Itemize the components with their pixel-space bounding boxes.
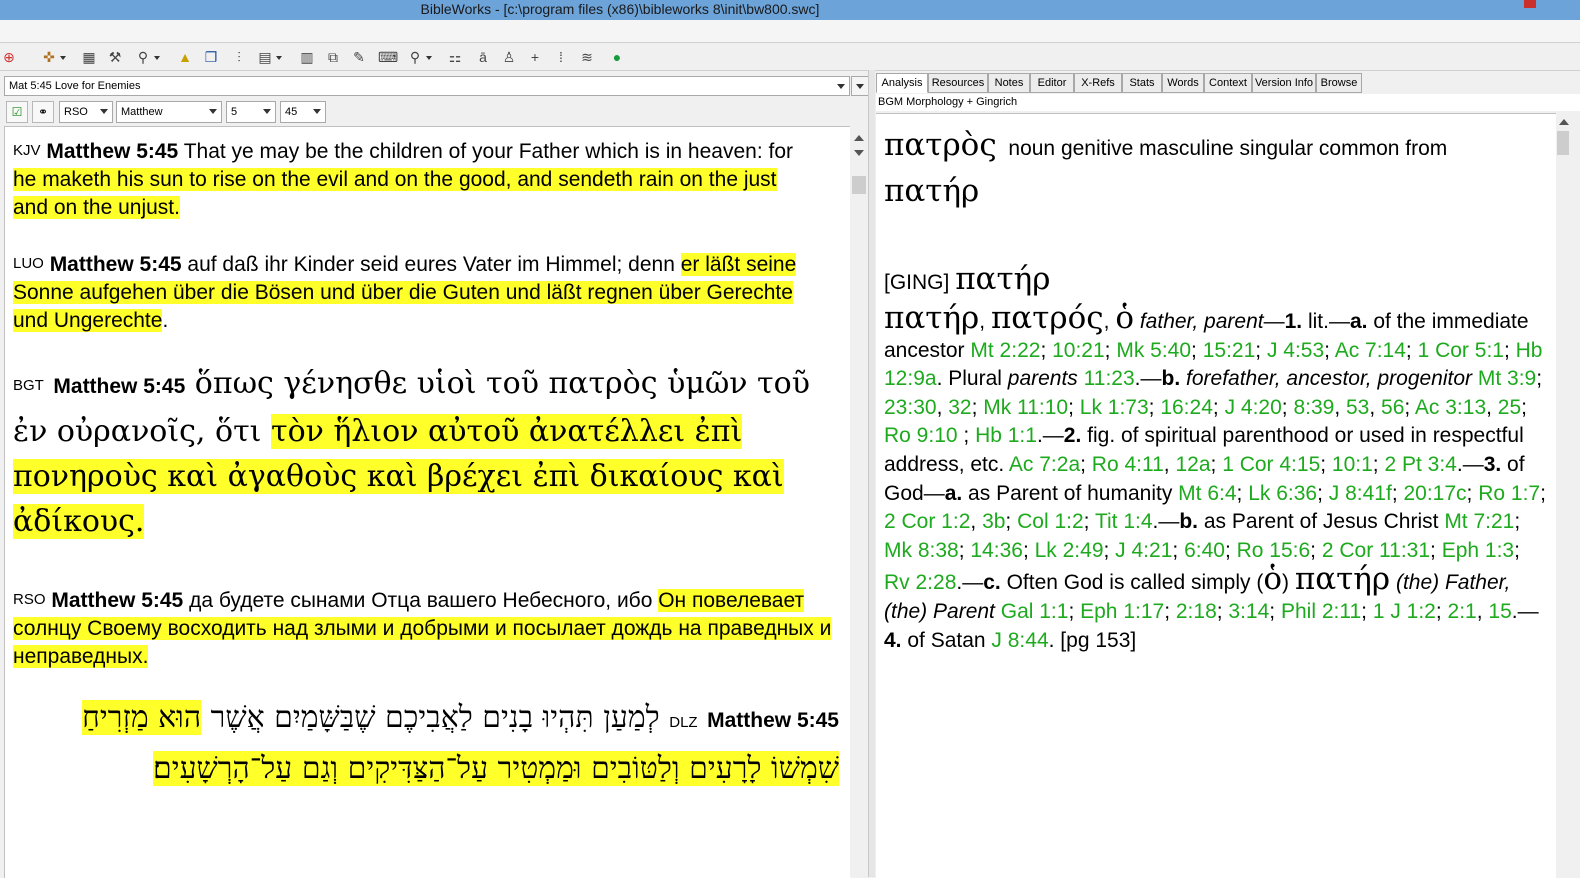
chevron-down-icon[interactable]: [205, 102, 221, 122]
windows-icon[interactable]: ❐: [202, 48, 220, 66]
copy-icon[interactable]: ⧉: [324, 48, 342, 66]
verse-luo: LUO Matthew 5:45 auf daß ihr Kinder seid…: [13, 253, 797, 332]
chapter-select[interactable]: 5: [226, 101, 276, 123]
tab-stats[interactable]: Stats: [1122, 73, 1162, 93]
search-dd2-icon[interactable]: ⚲: [406, 48, 432, 66]
window-title: BibleWorks - [c:\program files (x86)\bib…: [420, 1, 820, 17]
tab-resources[interactable]: Resources: [928, 73, 988, 93]
verse-rso: RSO Matthew 5:45 да будете сынами Отца в…: [13, 589, 832, 668]
verse-icon[interactable]: ⁞: [552, 48, 570, 66]
library-icon[interactable]: ▦: [80, 48, 98, 66]
plus-icon[interactable]: +: [526, 48, 544, 66]
lexicon-source: BGM Morphology + Gingrich: [876, 94, 1580, 111]
globe-icon[interactable]: ●: [608, 48, 626, 66]
verse-dlz: Matthew 5:45 DLZ לְמַעַן תִּהְיוּ בָנִים…: [82, 700, 839, 786]
tab-xrefs[interactable]: X-Refs: [1074, 73, 1122, 93]
bible-text-pane[interactable]: KJV Matthew 5:45 That ye may be the chil…: [4, 126, 851, 878]
tab-analysis[interactable]: Analysis: [876, 73, 928, 93]
target-dd-icon[interactable]: ✜: [40, 48, 66, 66]
verse-select[interactable]: 45: [280, 101, 326, 123]
close-icon[interactable]: [1524, 0, 1536, 8]
tools-icon[interactable]: ⚒: [106, 48, 124, 66]
lexicon-icon[interactable]: ♙: [500, 48, 518, 66]
edit-icon[interactable]: ✎: [350, 48, 368, 66]
scroll-up-icon[interactable]: [1559, 119, 1569, 125]
check-button[interactable]: ☑: [6, 101, 28, 123]
crosshair-icon[interactable]: ⊕: [0, 48, 18, 66]
notes-icon[interactable]: ā: [474, 48, 492, 66]
tab-version-info[interactable]: Version Info: [1252, 73, 1316, 93]
chevron-down-icon[interactable]: [833, 77, 849, 95]
parse-icon[interactable]: ⫶: [230, 48, 248, 66]
scroll-thumb[interactable]: [1557, 131, 1569, 155]
scroll-thumb[interactable]: [852, 176, 866, 194]
morphology-entry: πατρὸς noun genitive masculine singular …: [884, 127, 1448, 209]
chevron-down-icon[interactable]: [309, 102, 325, 122]
analysis-scrollbar[interactable]: [1556, 113, 1580, 877]
verse-combo[interactable]: Mat 5:45 Love for Enemies: [4, 76, 850, 96]
verse-combo-menu-button[interactable]: [851, 76, 869, 96]
tab-notes[interactable]: Notes: [988, 73, 1030, 93]
chevron-down-icon[interactable]: [96, 102, 112, 122]
search-dd-icon[interactable]: ⚲: [134, 48, 160, 66]
pane-splitter[interactable]: [868, 70, 875, 877]
word-icon[interactable]: ≋: [578, 48, 596, 66]
window-titlebar: BibleWorks - [c:\program files (x86)\bib…: [0, 0, 1580, 20]
verse-bgt: BGT Matthew 5:45 ὅπως γένησθε υἱοὶ τοῦ π…: [13, 366, 810, 539]
tab-words[interactable]: Words: [1162, 73, 1204, 93]
table-icon[interactable]: ▥: [298, 48, 316, 66]
book-select[interactable]: Matthew: [116, 101, 222, 123]
link-button[interactable]: ⚭: [32, 101, 54, 123]
gingrich-heading: [GING] πατήρ: [884, 261, 1051, 297]
chevron-down-icon[interactable]: [259, 102, 275, 122]
scroll-down-icon[interactable]: [854, 150, 864, 156]
version-select[interactable]: RSO: [59, 101, 113, 123]
verse-combo-value: Mat 5:45 Love for Enemies: [9, 80, 141, 92]
tab-editor[interactable]: Editor: [1030, 73, 1074, 93]
highlight-icon[interactable]: ▲: [176, 48, 194, 66]
tab-context[interactable]: Context: [1204, 73, 1252, 93]
menu-bar: [0, 20, 1580, 43]
verse-kjv: KJV Matthew 5:45 That ye may be the chil…: [13, 140, 793, 219]
grid-dd-icon[interactable]: ▤: [256, 48, 282, 66]
bible-scrollbar[interactable]: [850, 126, 868, 877]
tab-browse[interactable]: Browse: [1316, 73, 1362, 93]
keyboard-icon[interactable]: ⌨: [378, 48, 398, 66]
gingrich-entry: πατήρ, πατρός, ὁ father, parent—1. lit.—…: [884, 300, 1546, 652]
analysis-pane[interactable]: πατρὸς noun genitive masculine singular …: [876, 113, 1556, 878]
scroll-up-icon[interactable]: [854, 135, 864, 141]
config-icon[interactable]: ⚏: [446, 48, 464, 66]
